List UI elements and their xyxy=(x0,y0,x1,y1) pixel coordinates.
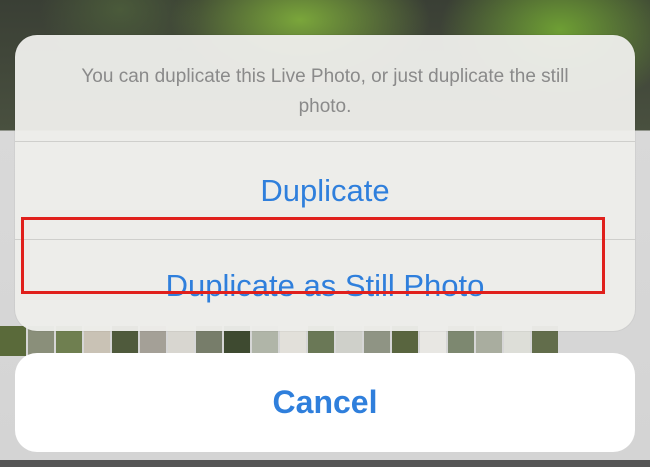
cancel-button[interactable]: Cancel xyxy=(15,353,635,452)
action-sheet-message: You can duplicate this Live Photo, or ju… xyxy=(81,66,569,117)
duplicate-as-still-photo-button[interactable]: Duplicate as Still Photo xyxy=(15,239,635,331)
action-sheet: You can duplicate this Live Photo, or ju… xyxy=(15,35,635,331)
duplicate-button[interactable]: Duplicate xyxy=(15,141,635,239)
